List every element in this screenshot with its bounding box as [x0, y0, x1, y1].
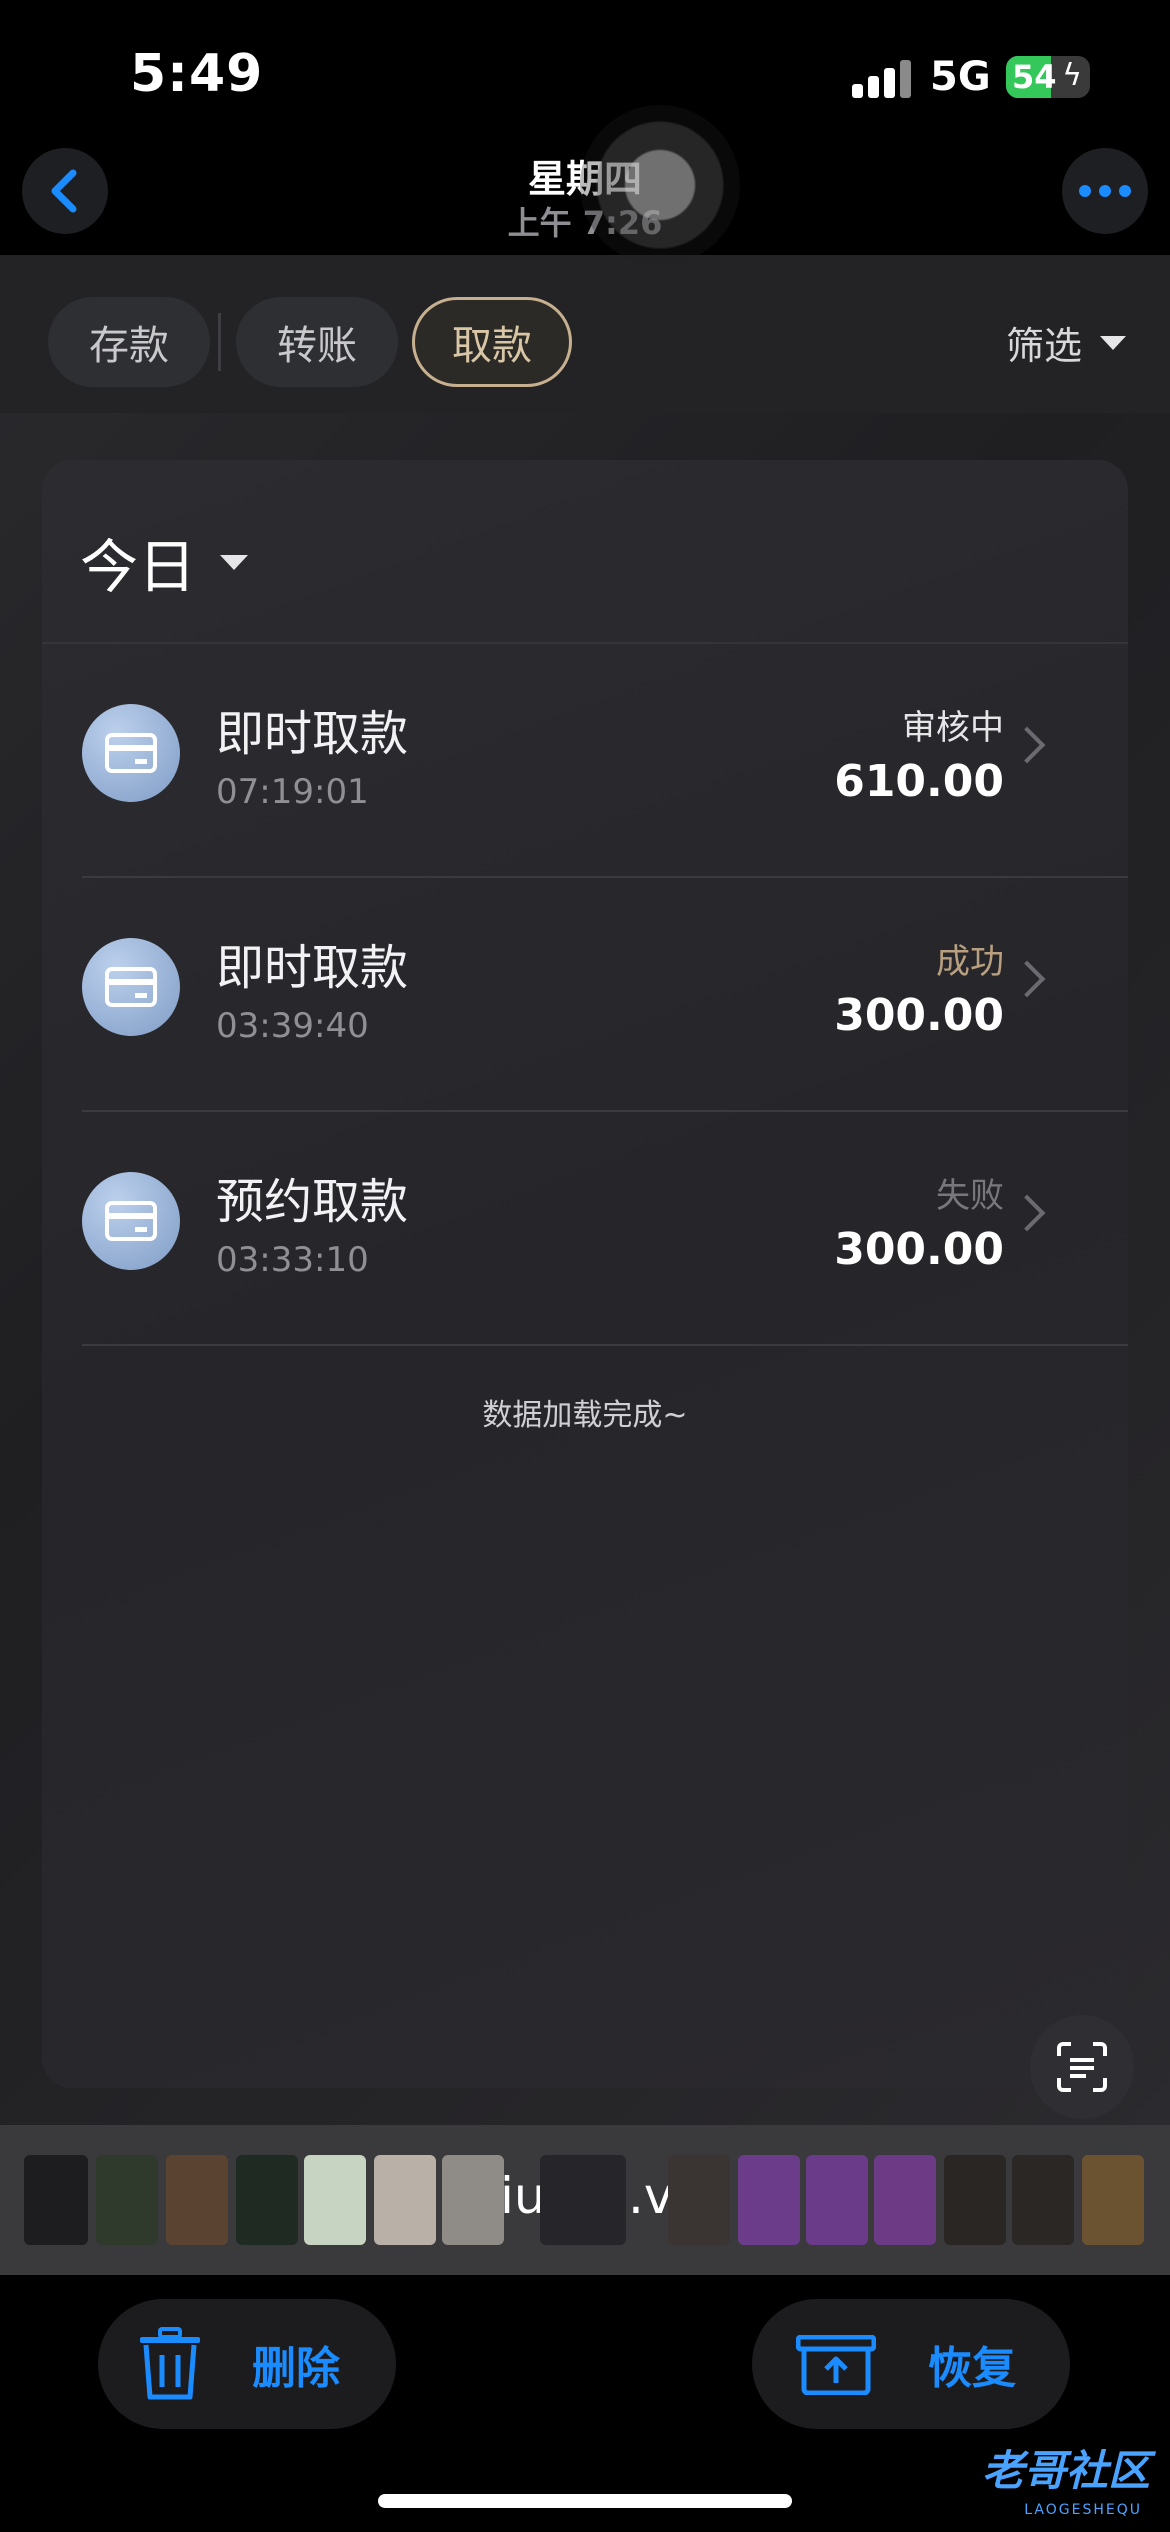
caret-down-icon	[220, 554, 249, 570]
chevron-right-icon	[1008, 726, 1046, 764]
transaction-status: 审核中	[902, 708, 1004, 748]
thumbnail[interactable]	[738, 2155, 800, 2245]
thumbnail[interactable]	[1082, 2155, 1144, 2245]
thumbnail-strip[interactable]: iu .vi	[0, 2125, 1170, 2275]
delete-button[interactable]: 删除	[98, 2299, 396, 2429]
tab-transfer[interactable]: 转账	[236, 297, 398, 387]
transaction-status: 失败	[936, 1176, 1004, 1216]
transaction-title: 预约取款	[216, 1174, 409, 1230]
restore-button[interactable]: 恢复	[752, 2299, 1070, 2429]
status-time: 5:49	[130, 44, 264, 104]
home-indicator[interactable]	[378, 2494, 792, 2508]
thumbnail[interactable]	[442, 2155, 504, 2245]
ellipsis-icon	[1079, 185, 1131, 197]
watermark-subtext: LAOGESHEQU	[1024, 2502, 1142, 2518]
transaction-row[interactable]: 预约取款 03:33:10 失败 300.00	[82, 1112, 1128, 1346]
transaction-time: 03:39:40	[216, 1006, 369, 1046]
restore-label: 恢复	[928, 2343, 1016, 2394]
thumbnail[interactable]	[166, 2155, 228, 2245]
transaction-time: 07:19:01	[216, 772, 369, 812]
transaction-amount: 610.00	[834, 756, 1004, 807]
thumbnail[interactable]	[806, 2155, 868, 2245]
delete-label: 删除	[252, 2343, 340, 2394]
period-label: 今日	[80, 533, 197, 601]
caret-down-icon	[1100, 335, 1126, 350]
app-screenshot: 存款 转账 取款 筛选 今日 即时取款 07:19:01 审核中 610.00	[0, 255, 1170, 2125]
chevron-right-icon	[1008, 1194, 1046, 1232]
transaction-amount: 300.00	[834, 1224, 1004, 1275]
watermark-logo: 老哥社区	[981, 2446, 1150, 2495]
thumbnail[interactable]	[668, 2155, 730, 2245]
tab-deposit[interactable]: 存款	[48, 297, 210, 387]
chevron-right-icon	[1008, 960, 1046, 998]
tab-divider	[218, 313, 221, 371]
restore-icon	[796, 2335, 876, 2395]
thumbnail[interactable]	[236, 2155, 298, 2245]
type-filter-bar: 存款 转账 取款 筛选	[0, 255, 1170, 413]
assistive-touch-button[interactable]	[580, 105, 740, 265]
live-text-button[interactable]	[1030, 2015, 1134, 2119]
thumbnail[interactable]	[24, 2155, 88, 2245]
transaction-card: 今日 即时取款 07:19:01 审核中 610.00 即时取款 03:39:4…	[42, 460, 1128, 2088]
thumbnail[interactable]	[1012, 2155, 1074, 2245]
thumbnail[interactable]	[96, 2155, 158, 2245]
transaction-row[interactable]: 即时取款 07:19:01 审核中 610.00	[82, 644, 1128, 878]
thumbnail[interactable]	[944, 2155, 1006, 2245]
battery-icon: 54 ϟ	[1006, 56, 1090, 98]
bottom-toolbar: 删除 恢复 老哥社区 LAOGESHEQU	[0, 2275, 1170, 2532]
network-type: 5G	[930, 54, 991, 100]
card-icon	[82, 938, 180, 1036]
transaction-title: 即时取款	[216, 706, 409, 762]
status-bar: 5:49 5G 54 ϟ	[0, 0, 1170, 140]
load-complete-text: 数据加载完成~	[482, 1398, 688, 1433]
trash-icon	[140, 2327, 200, 2400]
text-scan-icon	[1057, 2042, 1107, 2092]
transaction-time: 03:33:10	[216, 1240, 369, 1280]
thumbnail[interactable]	[374, 2155, 436, 2245]
divider	[82, 1344, 1128, 1346]
thumbnail[interactable]	[304, 2155, 366, 2245]
thumbnail[interactable]	[874, 2155, 936, 2245]
transaction-row[interactable]: 即时取款 03:39:40 成功 300.00	[82, 878, 1128, 1112]
card-icon	[82, 1172, 180, 1270]
charging-icon: ϟ	[1062, 58, 1082, 93]
filter-button[interactable]: 筛选	[1006, 315, 1126, 370]
thumbnail[interactable]	[540, 2155, 626, 2245]
strip-text-left: iu	[500, 2167, 546, 2225]
battery-percent: 54	[1012, 58, 1057, 96]
tab-withdraw[interactable]: 取款	[412, 297, 572, 387]
period-selector[interactable]: 今日	[80, 520, 249, 604]
cellular-signal-icon	[852, 58, 914, 98]
more-button[interactable]	[1062, 148, 1148, 234]
card-icon	[82, 704, 180, 802]
transaction-status: 成功	[936, 942, 1004, 982]
filter-label: 筛选	[1005, 324, 1082, 368]
transaction-title: 即时取款	[216, 940, 409, 996]
transaction-amount: 300.00	[834, 990, 1004, 1041]
